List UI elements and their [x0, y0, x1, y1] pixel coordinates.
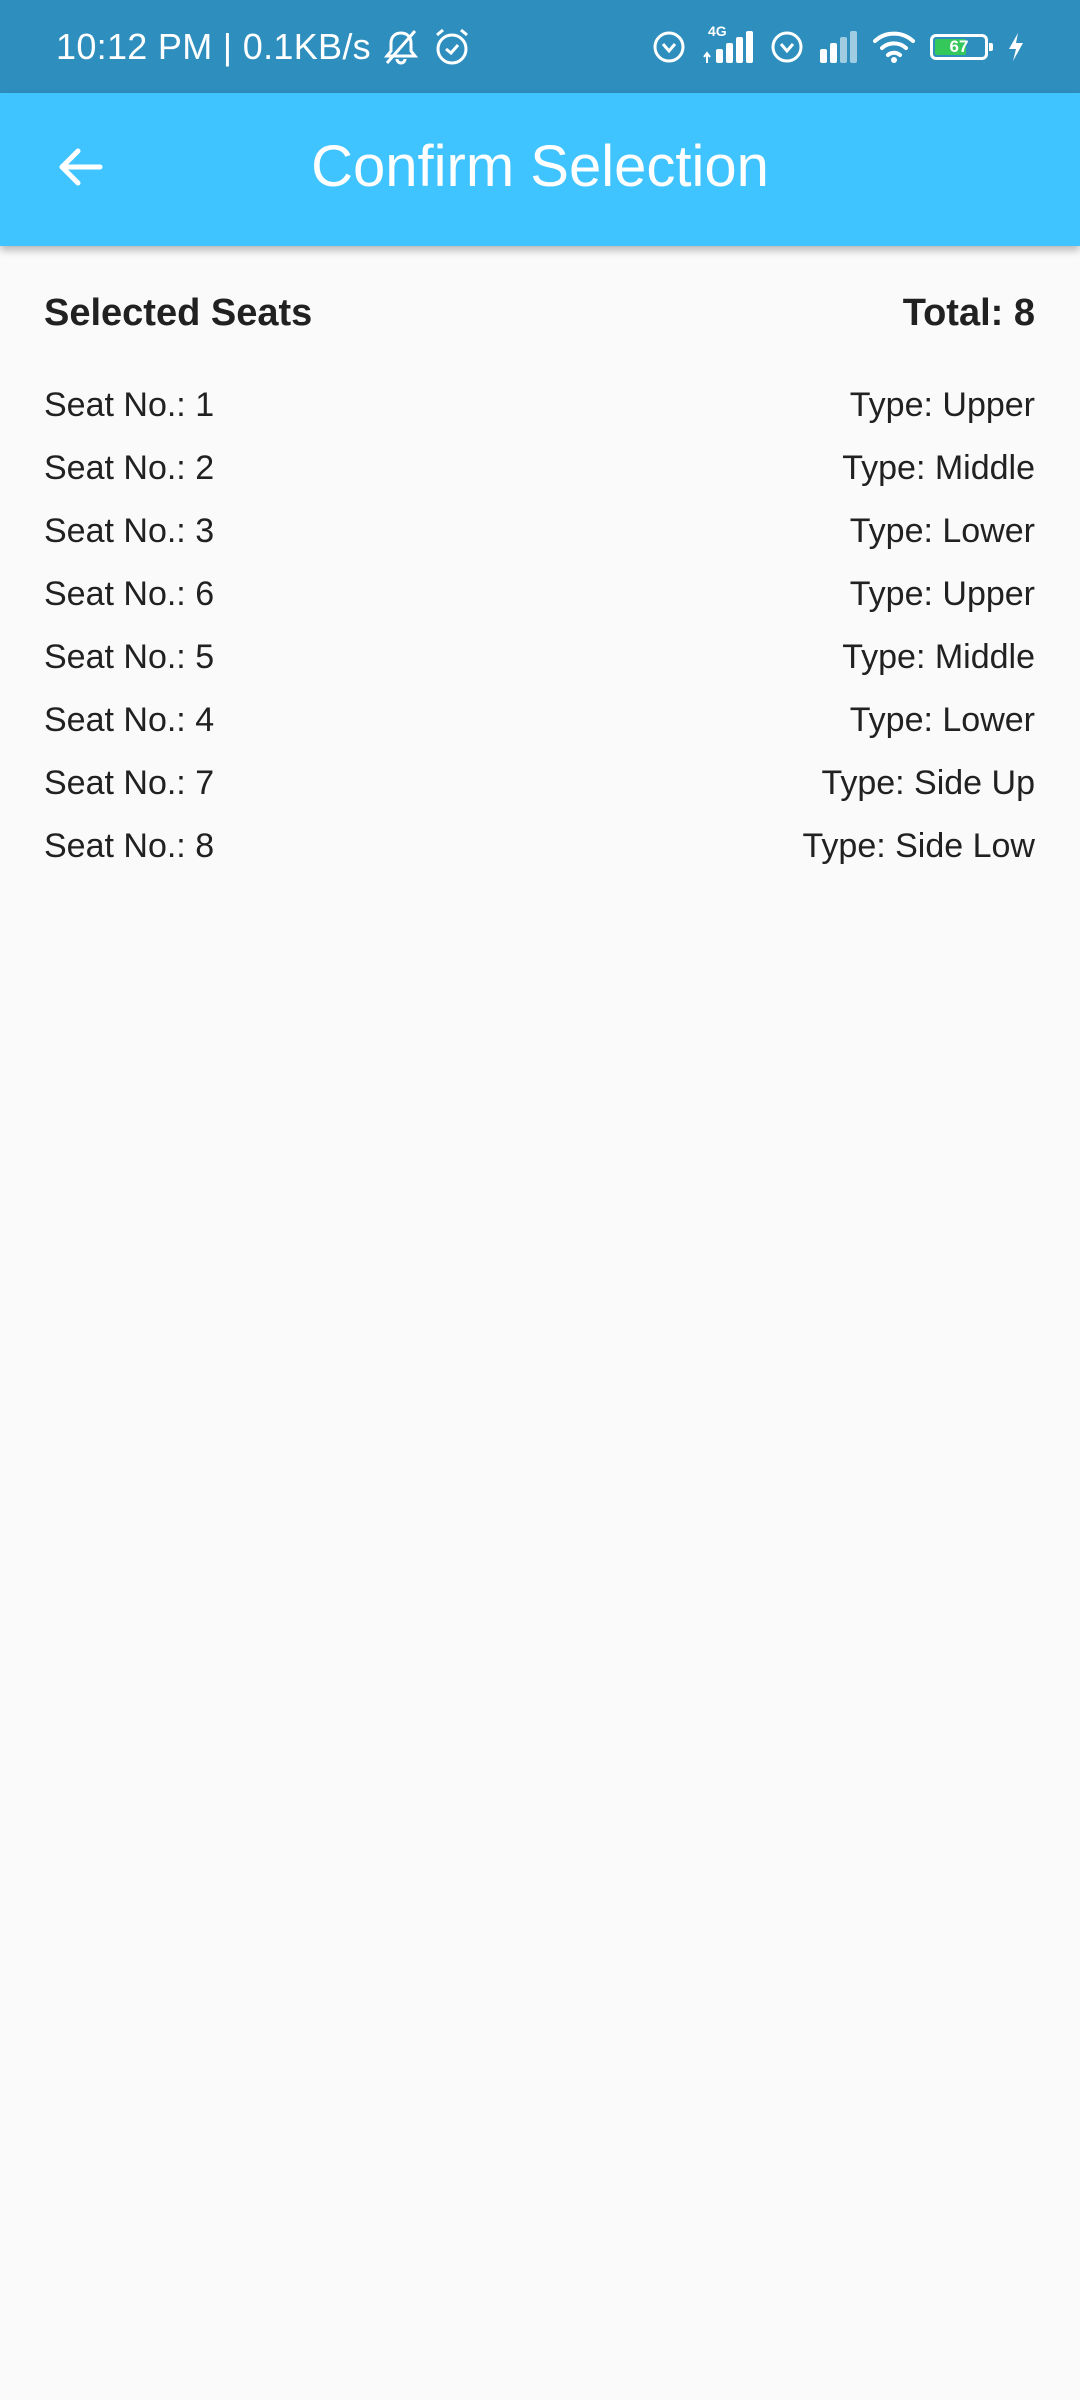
seat-number: Seat No.: 6 [44, 575, 215, 613]
selection-content: Selected Seats Total: 8 Seat No.: 1 Type:… [44, 246, 1035, 878]
seat-type: Type: Lower [849, 701, 1035, 739]
charging-icon [1006, 31, 1026, 63]
seat-type: Type: Upper [849, 575, 1035, 613]
wifi-icon [872, 29, 916, 65]
seat-number: Seat No.: 4 [44, 701, 215, 739]
list-item: Seat No.: 8 Type: Side Low [44, 815, 1035, 878]
status-left: 10:12 PM | 0.1KB/s [56, 26, 473, 68]
seat-number: Seat No.: 3 [44, 512, 215, 550]
list-item: Seat No.: 2 Type: Middle [44, 437, 1035, 500]
status-time-speed: 10:12 PM | 0.1KB/s [56, 25, 371, 67]
status-right: 4G 67 [638, 23, 1026, 67]
seat-type: Type: Side Low [802, 827, 1035, 865]
app-bar: Confirm Selection [0, 93, 1080, 246]
list-item: Seat No.: 3 Type: Lower [44, 500, 1035, 563]
network-type-label: 4G [708, 22, 727, 39]
battery-level: 67 [949, 36, 969, 56]
signal-4g-icon: 4G [700, 23, 756, 67]
seat-type: Type: Upper [849, 386, 1035, 424]
list-item: Seat No.: 5 Type: Middle [44, 626, 1035, 689]
list-item: Seat No.: 7 Type: Side Up [44, 752, 1035, 815]
alarm-icon [431, 27, 473, 67]
summary-row: Selected Seats Total: 8 [44, 278, 1035, 348]
seat-type: Type: Middle [842, 449, 1035, 487]
vpn-icon-2 [770, 30, 804, 64]
seat-type: Type: Middle [842, 638, 1035, 676]
list-item: Seat No.: 1 Type: Upper [44, 374, 1035, 437]
seat-type: Type: Side Up [821, 764, 1035, 802]
mute-icon [379, 27, 423, 67]
seat-number: Seat No.: 8 [44, 827, 215, 865]
seat-number: Seat No.: 7 [44, 764, 215, 802]
seat-number: Seat No.: 1 [44, 386, 215, 424]
seat-number: Seat No.: 5 [44, 638, 215, 676]
battery-icon: 67 [930, 33, 993, 60]
list-item: Seat No.: 6 Type: Upper [44, 563, 1035, 626]
page-title: Confirm Selection [311, 134, 769, 199]
seat-number: Seat No.: 2 [44, 449, 215, 487]
vpn-icon [652, 30, 686, 64]
total-count: Total: 8 [902, 291, 1035, 334]
selected-seats-heading: Selected Seats [44, 291, 313, 334]
seat-type: Type: Lower [849, 512, 1035, 550]
signal-icon [818, 29, 858, 65]
seat-list: Seat No.: 1 Type: Upper Seat No.: 2 Type: M… [44, 374, 1035, 878]
list-item: Seat No.: 4 Type: Lower [44, 689, 1035, 752]
status-bar: 10:12 PM | 0.1KB/s 4G 67 [0, 0, 1080, 93]
